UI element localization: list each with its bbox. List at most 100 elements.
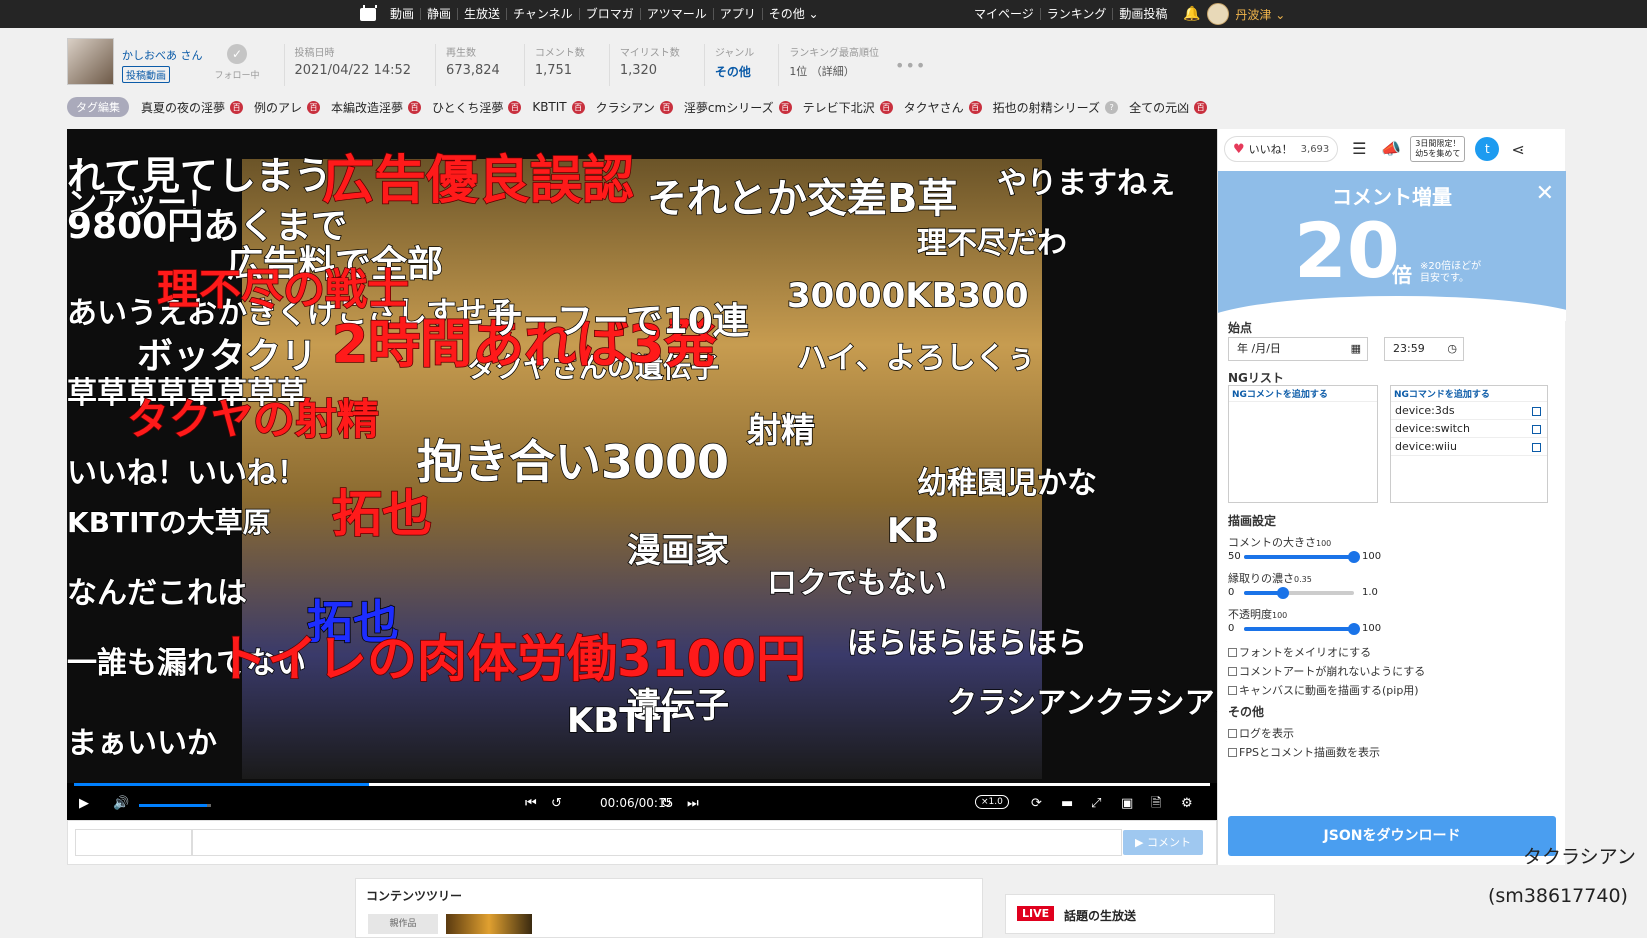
pip-checkbox[interactable]: キャンバスに動画を描画する(pip用) (1228, 682, 1419, 698)
dictionary-icon[interactable]: 百 (508, 100, 522, 114)
tag-label[interactable]: テレビ下北沢 (803, 99, 875, 116)
tag-label[interactable]: 淫夢cmシリーズ (684, 99, 774, 116)
skip-back-icon[interactable]: ⏮ (525, 796, 537, 812)
slider-knob[interactable] (1348, 551, 1360, 563)
tag-label[interactable]: ひとくち淫夢 (432, 99, 503, 116)
ng-comment-add[interactable]: NGコメントを追加する (1229, 386, 1377, 402)
genre-link[interactable]: その他 (715, 63, 755, 80)
user-menu[interactable]: 丹波津 ⌄ (1235, 6, 1285, 23)
fullscreen-icon[interactable]: ⤢ (1091, 796, 1101, 812)
video-thumb[interactable] (446, 914, 532, 934)
tag-item[interactable]: 淫夢cmシリーズ百 (684, 99, 792, 116)
follow-button[interactable]: ✓ フォロー中 (215, 44, 260, 81)
uploader-videos-link[interactable]: 投稿動画 (122, 66, 170, 83)
forward-10-icon[interactable]: ↻ (661, 796, 672, 812)
nav-ranking[interactable]: ランキング (1041, 8, 1114, 20)
add-mylist-icon[interactable]: ☰ (1348, 138, 1370, 160)
like-button[interactable]: ♥ いいね！ 3,693 (1224, 136, 1339, 162)
dictionary-icon[interactable]: 百 (659, 100, 673, 114)
tag-label[interactable]: KBTIT (532, 100, 566, 114)
live-title[interactable]: 話題の生放送 (1064, 907, 1136, 924)
tag-item[interactable]: 例のアレ百 (254, 99, 321, 116)
dictionary-icon[interactable]: 百 (408, 100, 422, 114)
tag-label[interactable]: 例のアレ (254, 99, 302, 116)
ng-command-checkbox[interactable] (1532, 443, 1541, 452)
tag-edit-button[interactable]: タグ編集 (67, 97, 129, 117)
size-slider[interactable]: 50 100 (1228, 550, 1388, 564)
tag-item[interactable]: クラシアン百 (596, 99, 673, 116)
tag-item[interactable]: 拓也の射精シリーズ? (993, 99, 1119, 116)
checkbox-box[interactable] (1228, 728, 1237, 738)
time-input[interactable]: 23:59 ◷ (1384, 337, 1464, 361)
dictionary-icon[interactable]: 百 (778, 100, 792, 114)
tag-item[interactable]: KBTIT 百 (532, 99, 585, 116)
nav-upload[interactable]: 動画投稿 (1113, 8, 1173, 20)
fps-checkbox[interactable]: FPSとコメント描画数を表示 (1228, 744, 1380, 760)
tag-label[interactable]: 本編改造淫夢 (331, 99, 403, 116)
file-icon[interactable]: 🗎 (1151, 796, 1161, 812)
more-icon[interactable]: ••• (895, 56, 926, 75)
tag-item[interactable]: ひとくち淫夢百 (432, 99, 522, 116)
pip-icon[interactable]: ▣ (1121, 796, 1133, 812)
tag-item[interactable]: タクヤさん百 (904, 99, 982, 116)
slider-knob[interactable] (1276, 587, 1289, 599)
ng-comment-box[interactable]: NGコメントを追加する (1228, 385, 1378, 503)
opacity-slider[interactable]: 0 100 (1228, 622, 1388, 636)
dictionary-icon[interactable]: 百 (879, 100, 893, 114)
send-comment-button[interactable]: ▶ コメント (1123, 830, 1203, 855)
checkbox-box[interactable] (1228, 685, 1237, 695)
slider-knob[interactable] (1348, 623, 1360, 635)
nav-channel[interactable]: チャンネル (507, 8, 580, 20)
volume-slider[interactable] (139, 804, 211, 807)
command-input[interactable] (75, 829, 192, 856)
dictionary-icon[interactable]: 百 (307, 100, 321, 114)
dictionary-icon[interactable]: 百 (571, 100, 585, 114)
checkbox-box[interactable] (1228, 666, 1237, 676)
edge-slider[interactable]: 0 1.0 (1228, 586, 1388, 600)
date-input[interactable]: 年 /月/日 ▦ (1228, 337, 1368, 361)
nav-seiga[interactable]: 静画 (421, 8, 459, 20)
video-player[interactable]: あいうえおかきくけこさしすせそ 草草草草草草草草 タクヤさんの遺伝子 ハイ、よろしくぅ… (67, 129, 1217, 820)
log-checkbox[interactable]: ログを表示 (1228, 725, 1294, 741)
dictionary-icon[interactable]: ? (1105, 100, 1119, 114)
twitter-icon[interactable]: t (1475, 137, 1500, 161)
dictionary-icon[interactable]: 百 (1194, 100, 1208, 114)
tag-item[interactable]: 本編改造淫夢百 (331, 99, 422, 116)
json-download-button[interactable]: JSONをダウンロード (1228, 816, 1556, 856)
ng-command-checkbox[interactable] (1532, 407, 1541, 416)
nav-more[interactable]: その他 ⌄ (763, 8, 825, 20)
loop-icon[interactable]: ⟳ (1031, 796, 1042, 812)
dictionary-icon[interactable]: 百 (968, 100, 982, 114)
nav-blomaga[interactable]: ブロマガ (580, 8, 641, 20)
limited-campaign-button[interactable]: 3日間限定！ 幼5を集めて (1410, 136, 1466, 162)
nav-mypage[interactable]: マイページ (968, 8, 1041, 20)
skip-forward-icon[interactable]: ⏭ (687, 796, 699, 812)
uploader-name[interactable]: かしおべあ さん (122, 47, 203, 63)
settings-gear-icon[interactable]: ⚙ (1181, 796, 1193, 812)
play-icon[interactable]: ▶ (79, 796, 89, 812)
checkbox-box[interactable] (1228, 647, 1237, 657)
share-icon[interactable]: ⋖ (1511, 140, 1524, 159)
comment-toggle-icon[interactable]: ▬ (1061, 796, 1073, 812)
tag-label[interactable]: 全ての元凶 (1129, 99, 1189, 116)
uploader-avatar[interactable] (67, 38, 114, 85)
playback-speed-button[interactable]: ×1.0 (975, 795, 1009, 809)
tag-label[interactable]: 拓也の射精シリーズ (993, 99, 1100, 116)
avatar[interactable] (1207, 3, 1230, 25)
comment-input[interactable] (192, 829, 1122, 856)
nav-live[interactable]: 生放送 (458, 8, 508, 20)
nav-app[interactable]: アプリ (714, 8, 763, 20)
ng-command-checkbox[interactable] (1532, 425, 1541, 434)
close-icon[interactable]: ✕ (1536, 181, 1554, 206)
ranking-link[interactable]: 1位 （詳細） (789, 63, 879, 79)
niconico-tv-icon[interactable] (360, 4, 377, 21)
tag-item[interactable]: テレビ下北沢百 (803, 99, 893, 116)
volume-icon[interactable]: 🔊 (113, 796, 129, 812)
meiryo-checkbox[interactable]: フォントをメイリオにする (1228, 644, 1371, 660)
art-checkbox[interactable]: コメントアートが崩れないようにする (1228, 663, 1425, 679)
clock-icon[interactable]: ◷ (1447, 338, 1457, 360)
nav-atsumaru[interactable]: アツマール (641, 8, 714, 20)
checkbox-box[interactable] (1228, 747, 1237, 757)
video-screen[interactable]: あいうえおかきくけこさしすせそ 草草草草草草草草 タクヤさんの遺伝子 ハイ、よろしくぅ… (67, 129, 1217, 783)
calendar-icon[interactable]: ▦ (1351, 338, 1361, 360)
